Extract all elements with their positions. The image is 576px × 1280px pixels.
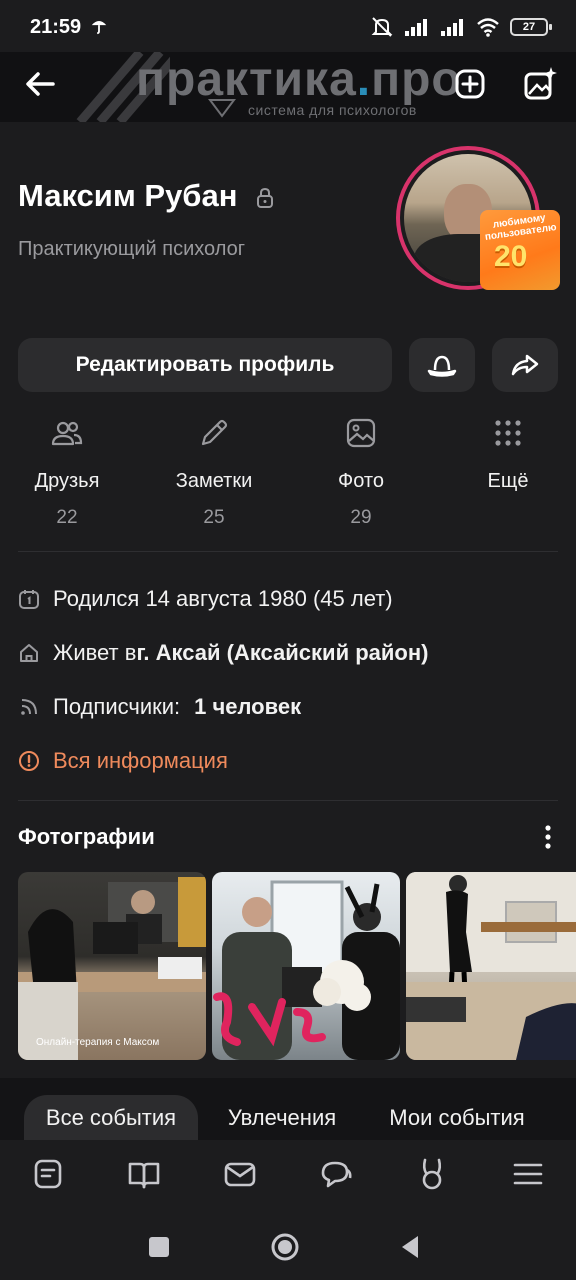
photo-icon xyxy=(346,418,376,448)
add-post-icon[interactable] xyxy=(450,64,490,104)
stat-label: Заметки xyxy=(175,470,253,492)
more-vertical-icon[interactable] xyxy=(536,824,560,850)
tab-all-events[interactable]: Все события xyxy=(24,1095,198,1141)
mail-icon[interactable] xyxy=(222,1156,258,1192)
logo-triangle-icon xyxy=(208,99,236,118)
wifi-icon xyxy=(477,18,499,37)
photos-carousel[interactable]: Онлайн-терапия с Максом xyxy=(18,872,576,1060)
photo-caption: Онлайн-терапия с Максом xyxy=(36,1037,160,1048)
badge-number: 20 xyxy=(494,240,528,273)
cover-logo: практика.про xyxy=(136,52,462,107)
stat-label: Друзья xyxy=(34,470,100,492)
status-time: 21:59 xyxy=(30,16,82,38)
cover-logo-tail: про xyxy=(371,53,462,106)
photo-thumbnail[interactable] xyxy=(406,872,576,1060)
divider xyxy=(18,551,558,552)
book-icon[interactable] xyxy=(126,1156,162,1192)
birthday-text: Родился 14 августа 1980 (45 лет) xyxy=(53,586,393,611)
share-icon xyxy=(511,354,539,376)
photo-therapy-scene xyxy=(18,877,206,1060)
back-triangle-icon[interactable] xyxy=(396,1232,426,1262)
stat-label: Ещё xyxy=(487,470,529,492)
all-info-link[interactable]: Вся информация xyxy=(18,748,228,774)
edit-cover-icon[interactable] xyxy=(520,64,560,104)
back-arrow-icon[interactable] xyxy=(20,64,60,104)
stat-count: 22 xyxy=(56,507,78,528)
feed-icon[interactable] xyxy=(30,1156,66,1192)
photo-thumbnail[interactable]: Онлайн-терапия с Максом xyxy=(18,872,206,1060)
info-birthday: Родился 14 августа 1980 (45 лет) xyxy=(18,586,393,612)
lives-city[interactable]: г. Аксай (Аксайский район) xyxy=(136,640,428,666)
followers-label: Подписчики: xyxy=(53,694,181,719)
cover-logo-dot: . xyxy=(356,53,372,106)
info-icon xyxy=(19,751,39,771)
info-location[interactable]: Живет в г. Аксай (Аксайский район) xyxy=(18,640,428,666)
stat-label: Фото xyxy=(338,470,384,492)
rss-icon xyxy=(21,699,37,715)
recents-icon[interactable] xyxy=(144,1232,174,1262)
lives-prefix: Живет в xyxy=(53,640,137,665)
grid-dots-icon xyxy=(495,420,521,446)
signal-icon xyxy=(405,19,427,36)
stat-count: 29 xyxy=(350,507,372,528)
lock-icon[interactable] xyxy=(254,186,276,210)
info-followers[interactable]: Подписчики: 1 человек xyxy=(18,694,301,720)
stat-count: 25 xyxy=(203,507,225,528)
photo-thumbnail[interactable] xyxy=(212,872,400,1060)
profile-status: Практикующий психолог xyxy=(18,238,246,260)
divider xyxy=(18,800,558,801)
anniversary-badge[interactable]: любимому пользователю 20 xyxy=(480,210,560,290)
status-bar: 21:59 27 xyxy=(0,0,576,52)
hat-icon xyxy=(427,355,457,377)
battery-indicator: 27 xyxy=(510,18,552,36)
bunny-icon[interactable] xyxy=(414,1156,450,1192)
photo-bouquet-scene xyxy=(213,880,400,1060)
tab-my-events[interactable]: Мои события xyxy=(372,1095,542,1141)
all-info-text[interactable]: Вся информация xyxy=(53,748,228,774)
friends-icon xyxy=(51,421,83,446)
stat-friends[interactable]: Друзья 22 xyxy=(2,412,132,529)
profile-name: Максим Рубан xyxy=(18,178,238,213)
profile-stats: Друзья 22 Заметки 25 Фото 29 Ещё xyxy=(0,412,576,532)
status-icons: 27 xyxy=(370,16,552,38)
calendar-icon xyxy=(19,590,39,609)
tab-hobbies[interactable]: Увлечения xyxy=(212,1095,352,1141)
bottom-navigation xyxy=(0,1140,576,1212)
badge-text: любимому пользователю xyxy=(484,212,558,243)
edit-profile-button[interactable]: Редактировать профиль xyxy=(18,338,392,392)
cover-logo-main: практика xyxy=(136,53,357,106)
home-button-icon[interactable] xyxy=(270,1232,300,1262)
system-navigation xyxy=(0,1212,576,1280)
hat-button[interactable] xyxy=(409,338,475,392)
photos-section-title[interactable]: Фотографии xyxy=(18,824,155,850)
pencil-icon xyxy=(201,419,228,446)
stat-photos[interactable]: Фото 29 xyxy=(296,412,426,529)
followers-value[interactable]: 1 человек xyxy=(194,694,301,720)
stat-more[interactable]: Ещё xyxy=(443,412,573,507)
share-button[interactable] xyxy=(492,338,558,392)
mute-icon xyxy=(371,17,393,37)
chat-icon[interactable] xyxy=(318,1156,354,1192)
umbrella-icon xyxy=(91,21,107,35)
menu-icon[interactable] xyxy=(510,1156,546,1192)
photo-office-scene xyxy=(406,872,576,1060)
cover-subtitle: система для психологов xyxy=(248,102,417,118)
stat-notes[interactable]: Заметки 25 xyxy=(149,412,279,529)
signal-icon xyxy=(441,19,463,36)
home-icon xyxy=(20,644,38,662)
